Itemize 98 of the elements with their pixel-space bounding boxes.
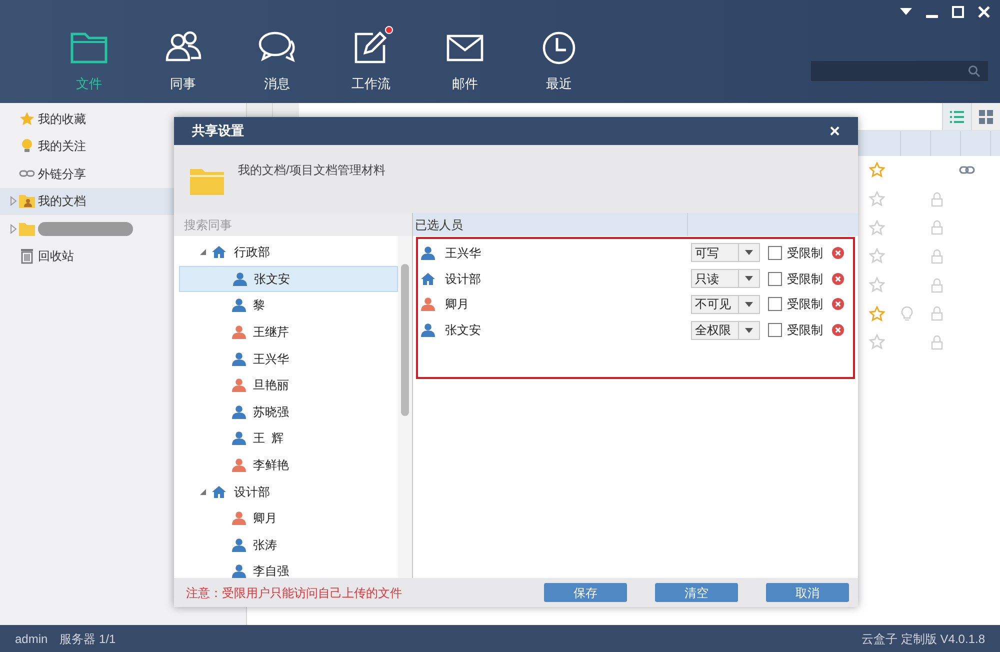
- tree-item[interactable]: 黎: [179, 292, 398, 319]
- checkbox[interactable]: [768, 323, 782, 338]
- member-name: 张文安: [445, 322, 482, 340]
- checkbox-label: 受限制: [787, 244, 823, 262]
- scrollbar[interactable]: [398, 236, 412, 578]
- dialog-button[interactable]: 清空: [655, 583, 738, 602]
- nav-tab[interactable]: 工作流: [324, 28, 418, 103]
- collapse-arrow-icon[interactable]: [199, 248, 207, 256]
- lock-icon[interactable]: [931, 248, 943, 264]
- star-icon[interactable]: [869, 248, 885, 264]
- star-icon[interactable]: [869, 334, 885, 350]
- house-icon: [212, 484, 226, 499]
- tree-item[interactable]: 李鲜艳: [179, 452, 398, 478]
- sidebar-item[interactable]: 我的收藏: [0, 105, 174, 132]
- star-icon[interactable]: [869, 162, 885, 178]
- server-status: 服务器 1/1: [60, 630, 116, 648]
- folder-icon: [190, 167, 224, 195]
- dropdown-icon[interactable]: [900, 8, 912, 16]
- caret-icon[interactable]: [745, 302, 753, 307]
- search-icon[interactable]: [968, 65, 980, 77]
- sidebar-item[interactable]: 回收站: [0, 242, 174, 270]
- sidebar-item[interactable]: 我的文档: [0, 188, 174, 215]
- search-field[interactable]: 搜索同事: [174, 213, 412, 236]
- caret-icon[interactable]: [745, 250, 753, 256]
- expand-arrow-icon[interactable]: [8, 196, 18, 206]
- link-icon[interactable]: [959, 165, 975, 176]
- user-folder-icon: [19, 193, 35, 210]
- trash-icon: [19, 248, 35, 264]
- remove-icon[interactable]: [832, 298, 844, 310]
- dialog-button[interactable]: 取消: [766, 583, 849, 602]
- tree-item[interactable]: 张文安: [179, 266, 398, 292]
- grid-icon[interactable]: [979, 110, 993, 124]
- tree-item[interactable]: 张涛: [179, 532, 398, 558]
- checkbox-label: 受限制: [787, 270, 823, 288]
- permission-dropdown[interactable]: 不可见: [691, 294, 760, 314]
- expand-arrow-icon[interactable]: [8, 224, 18, 234]
- star-icon[interactable]: [869, 306, 885, 322]
- tree-item[interactable]: 王 辉: [179, 425, 398, 452]
- nav-tab[interactable]: 最近: [512, 28, 606, 103]
- list-view-button[interactable]: [942, 103, 971, 130]
- sidebar-item[interactable]: 外链分享: [0, 160, 174, 188]
- collapse-arrow-icon[interactable]: [199, 488, 207, 496]
- star-icon[interactable]: [869, 191, 885, 208]
- checkbox-label: 受限制: [787, 296, 823, 314]
- dialog-title: 共享设置: [192, 122, 244, 140]
- lock-icon[interactable]: [931, 306, 943, 322]
- permission-dropdown[interactable]: 只读: [691, 269, 760, 288]
- folder-icon: [19, 220, 35, 237]
- member-name: 设计部: [445, 270, 482, 288]
- star-icon: [19, 110, 35, 127]
- remove-icon[interactable]: [832, 324, 844, 336]
- checkbox[interactable]: [768, 272, 782, 286]
- lock-icon[interactable]: [931, 278, 943, 293]
- lightbulb-icon: [19, 138, 35, 154]
- user-name: admin: [15, 630, 48, 648]
- tree-item[interactable]: 旦艳丽: [179, 372, 398, 399]
- member-name: 王兴华: [445, 244, 482, 262]
- star-icon[interactable]: [869, 277, 885, 294]
- star-icon[interactable]: [869, 220, 885, 236]
- remove-icon[interactable]: [832, 272, 844, 285]
- list-icon[interactable]: [950, 110, 964, 122]
- tree-item[interactable]: 卿月: [179, 504, 398, 532]
- version-text: 云盒子 定制版 V4.0.1.8: [862, 630, 985, 648]
- lock-icon[interactable]: [931, 220, 943, 236]
- permission-dropdown[interactable]: 可写: [691, 243, 760, 262]
- checkbox-label: 受限制: [787, 322, 823, 340]
- nav-tab[interactable]: 消息: [230, 28, 324, 103]
- maximize-icon[interactable]: [952, 6, 964, 18]
- sidebar-item[interactable]: 我的关注: [0, 132, 174, 160]
- tree-group[interactable]: 行政部: [179, 239, 398, 266]
- nav-tab[interactable]: 同事: [136, 28, 230, 103]
- permission-dropdown[interactable]: 全权限: [691, 320, 760, 340]
- search-field[interactable]: [811, 61, 988, 81]
- remove-icon[interactable]: [832, 246, 844, 259]
- nav-tab[interactable]: 文件: [42, 28, 136, 103]
- folder-path: 我的文档/项目文档管理材料: [238, 162, 386, 179]
- member-name: 卿月: [445, 296, 470, 314]
- tree-item[interactable]: 王兴华: [179, 345, 398, 372]
- grid-view-button[interactable]: [971, 103, 1000, 130]
- lock-icon[interactable]: [931, 192, 943, 207]
- nav-tab[interactable]: 邮件: [418, 28, 512, 103]
- tree-item[interactable]: 苏晓强: [179, 398, 398, 426]
- dialog-button[interactable]: 保存: [544, 583, 627, 602]
- caret-icon[interactable]: [745, 328, 753, 333]
- tree-item[interactable]: 王继芹: [179, 318, 398, 346]
- lightbulb-icon[interactable]: [901, 306, 913, 322]
- scrollbar-thumb[interactable]: [401, 264, 409, 416]
- checkbox[interactable]: [768, 297, 782, 312]
- close-button[interactable]: ×: [829, 122, 840, 140]
- tree-item[interactable]: 李自强: [179, 558, 398, 578]
- caret-icon[interactable]: [745, 276, 753, 282]
- checkbox[interactable]: [768, 246, 782, 260]
- close-icon[interactable]: [978, 6, 990, 18]
- house-icon: [212, 245, 226, 260]
- tree-group[interactable]: 设计部: [179, 478, 398, 505]
- notice-text: 注意：受限用户只能访问自己上传的文件: [186, 584, 403, 602]
- lock-icon[interactable]: [931, 334, 943, 350]
- column-header: 已选人员: [413, 213, 688, 236]
